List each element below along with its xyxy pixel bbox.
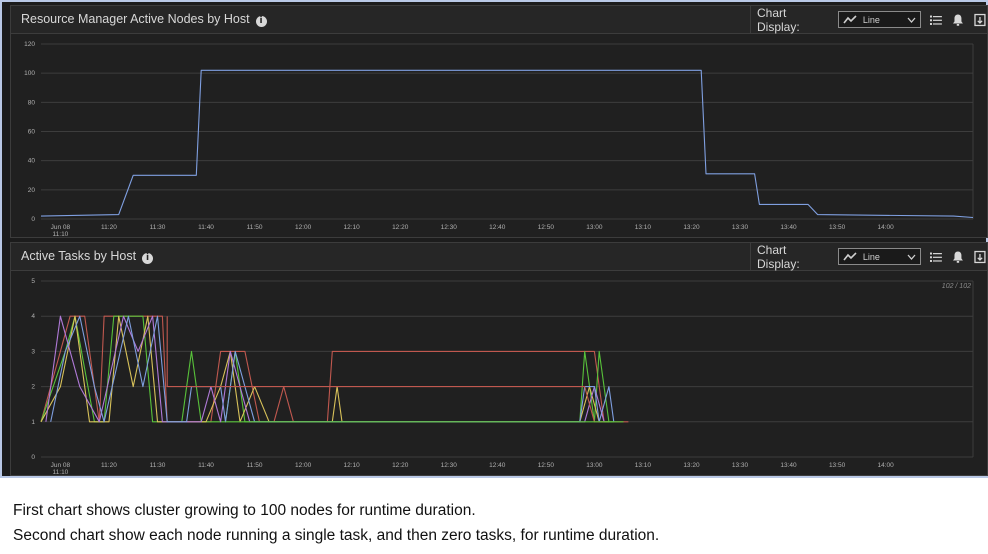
y-tick-label: 120: [24, 41, 35, 48]
chart-display-label: Chart Display:: [757, 5, 800, 34]
alert-bell-icon[interactable]: [951, 250, 965, 264]
x-tick-label: 13:10: [635, 224, 652, 231]
series-line: [40, 315, 614, 423]
y-tick-label: 80: [28, 99, 36, 106]
x-tick-label: 11:40: [198, 224, 214, 231]
chart-type-select-value: Line: [862, 14, 880, 25]
info-icon[interactable]: i: [142, 253, 154, 264]
x-tick-label: 11:10: [53, 231, 69, 237]
x-tick-label: 11:40: [198, 462, 214, 469]
y-tick-label: 2: [31, 384, 35, 391]
y-tick-label: 0: [31, 454, 35, 461]
caption-line-2: Second chart show each node running a si…: [13, 527, 660, 544]
x-tick-label: 12:00: [295, 462, 312, 469]
chart-type-select-value: Line: [862, 251, 880, 262]
panel-title-text: Resource Manager Active Nodes by Host: [21, 12, 250, 26]
chart-panel-active-tasks: Active Tasks by Host i Chart Display: Lin…: [10, 242, 988, 476]
chart-type-select[interactable]: Line: [837, 11, 922, 28]
y-tick-label: 20: [28, 187, 36, 194]
x-tick-label: 11:30: [150, 224, 166, 231]
y-tick-label: 100: [24, 70, 35, 77]
x-tick-label: 11:50: [247, 224, 263, 231]
y-tick-label: 60: [28, 129, 36, 136]
x-tick-label: 13:50: [829, 462, 846, 469]
x-tick-label: 13:40: [780, 462, 797, 469]
active-nodes-line-chart: 0 20 40 60 80 100 120 Jun 0811:10 11:20 11:30 11:4…: [24, 41, 974, 237]
series-line: [50, 315, 615, 423]
x-tick-label: 11:20: [101, 224, 117, 231]
chart-type-select[interactable]: Line: [837, 248, 922, 265]
x-tick-label: 12:10: [344, 224, 361, 231]
x-tick-label: 11:50: [247, 462, 263, 469]
x-tick-label: 13:10: [635, 462, 652, 469]
list-icon[interactable]: [929, 13, 943, 27]
chart-panel-active-nodes: Resource Manager Active Nodes by Host i C…: [10, 5, 988, 238]
y-tick-label: 40: [28, 158, 36, 165]
x-tick-label: 12:20: [392, 224, 409, 231]
caption-line-1: First chart shows cluster growing to 100…: [13, 502, 476, 519]
x-tick-label: 13:40: [780, 224, 797, 231]
y-tick-label: 3: [31, 348, 35, 355]
x-tick-label: Jun 08: [51, 224, 71, 231]
x-tick-label: 12:20: [392, 462, 409, 469]
x-tick-label: 13:30: [732, 224, 749, 231]
x-tick-label: 12:50: [538, 224, 555, 231]
y-tick-label: 5: [31, 278, 35, 285]
panel-title: Resource Manager Active Nodes by Host i: [21, 12, 267, 27]
y-tick-label: 1: [31, 419, 35, 426]
x-tick-label: 12:40: [489, 462, 506, 469]
line-chart-icon: [843, 251, 857, 260]
panel-header: Active Tasks by Host i Chart Display: Lin…: [11, 243, 987, 271]
list-icon[interactable]: [929, 250, 943, 264]
chart-display-controls: Chart Display: Line: [750, 5, 987, 34]
x-tick-label: 13:00: [586, 462, 603, 469]
x-tick-label: 12:50: [538, 462, 555, 469]
chevron-down-icon: [907, 17, 916, 23]
panel-title: Active Tasks by Host i: [21, 249, 154, 264]
y-tick-label: 0: [31, 216, 35, 223]
x-tick-label: 11:20: [101, 462, 117, 469]
panel-title-text: Active Tasks by Host: [21, 249, 137, 263]
x-tick-label: 12:30: [441, 224, 458, 231]
dashboard-frame: Resource Manager Active Nodes by Host i C…: [0, 0, 988, 478]
x-tick-label: 12:10: [344, 462, 361, 469]
x-tick-label: 11:10: [53, 469, 69, 475]
chevron-down-icon: [907, 254, 916, 260]
series-line: [40, 315, 609, 423]
export-icon[interactable]: [973, 13, 987, 27]
x-tick-label: Jun 08: [51, 462, 71, 469]
x-tick-label: 13:50: [829, 224, 846, 231]
x-tick-label: 13:20: [683, 224, 700, 231]
x-tick-label: 13:00: [586, 224, 603, 231]
x-tick-label: 12:30: [441, 462, 458, 469]
line-chart-icon: [843, 14, 857, 23]
x-tick-label: 13:20: [683, 462, 700, 469]
active-tasks-line-chart: 0 1 2 3 4 5 Jun 0811:10 11:20 11:30 11:40 11:50 12:…: [31, 278, 974, 475]
y-tick-label: 4: [31, 313, 35, 320]
x-tick-label: 14:00: [877, 462, 894, 469]
host-count-label: 102 / 102: [942, 283, 971, 290]
x-tick-label: 13:30: [732, 462, 749, 469]
x-tick-label: 12:00: [295, 224, 312, 231]
chart-display-controls: Chart Display: Line: [750, 242, 987, 271]
series-line: [40, 69, 974, 219]
export-icon[interactable]: [973, 250, 987, 264]
x-tick-label: 11:30: [150, 462, 166, 469]
x-tick-label: 14:00: [877, 224, 894, 231]
alert-bell-icon[interactable]: [951, 13, 965, 27]
x-tick-label: 12:40: [489, 224, 506, 231]
chart-display-label: Chart Display:: [757, 242, 800, 271]
panel-header: Resource Manager Active Nodes by Host i C…: [11, 6, 987, 34]
info-icon[interactable]: i: [255, 16, 267, 27]
